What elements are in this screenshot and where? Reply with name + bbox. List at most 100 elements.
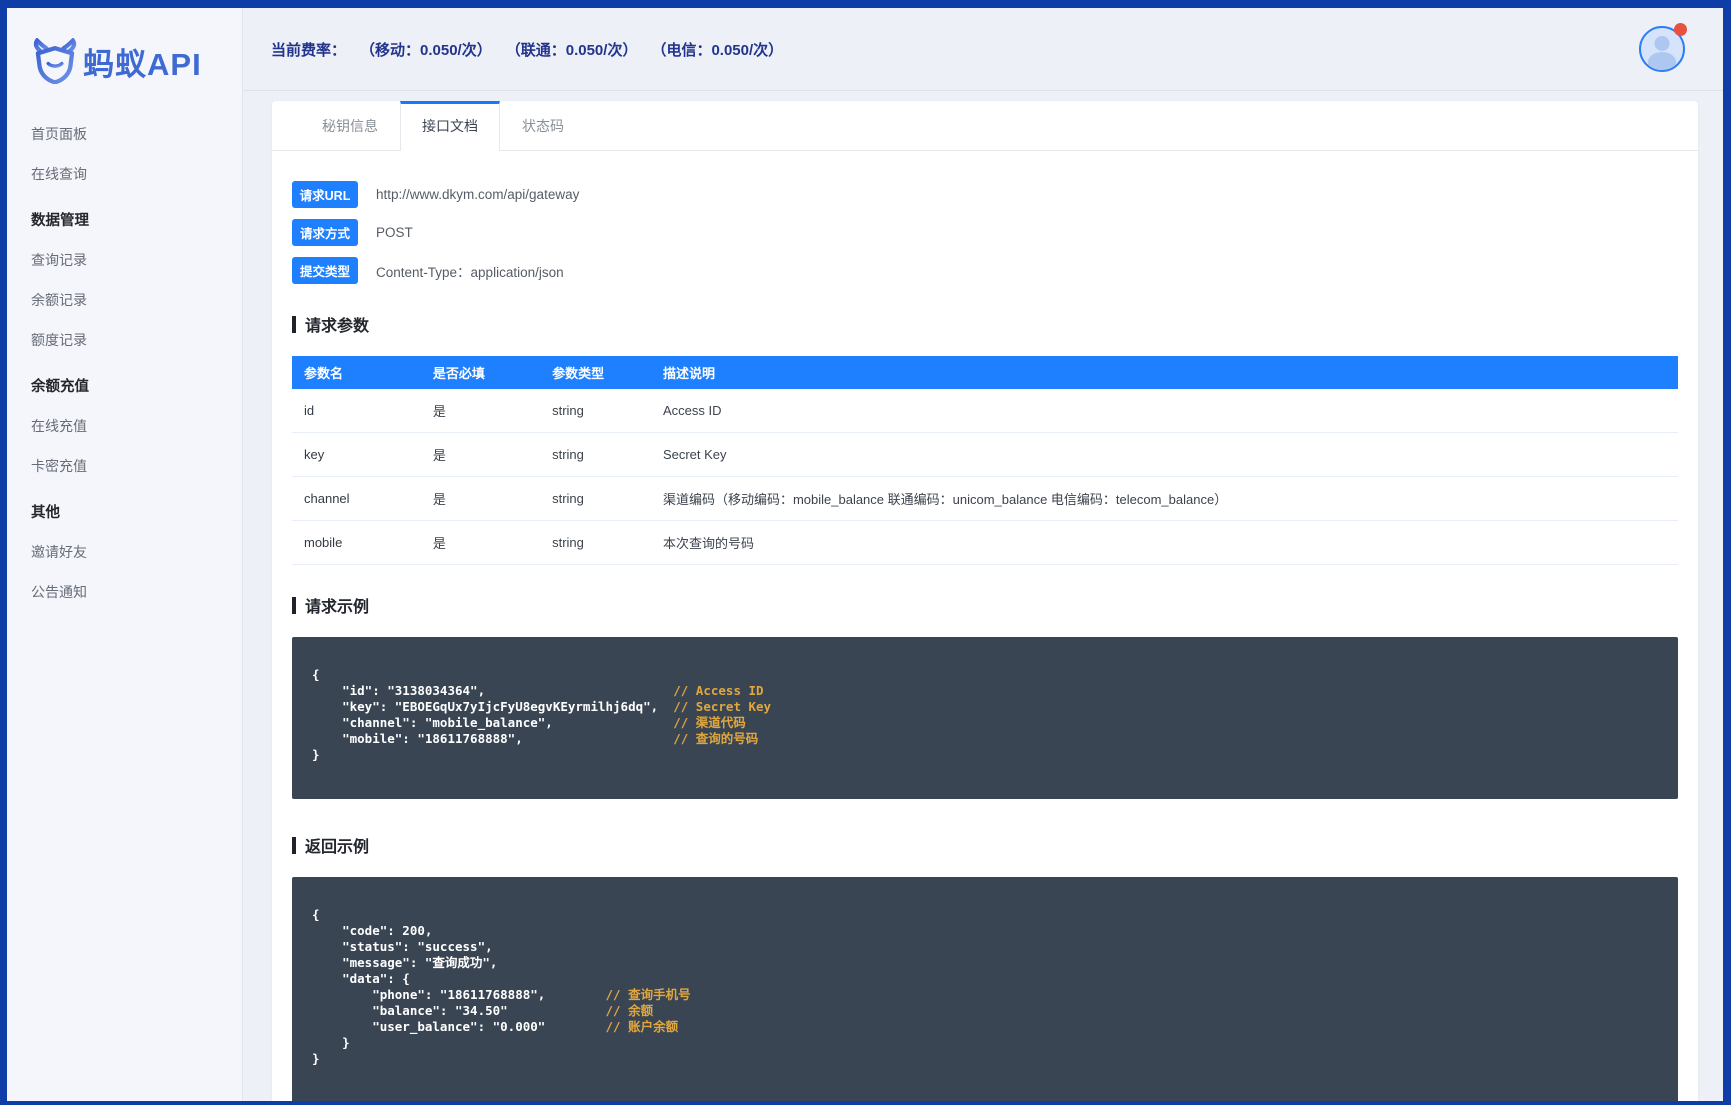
request-info-value: http://www.dkym.com/api/gateway	[376, 187, 580, 202]
table-row: channel 是 string 渠道编码（移动编码：mobile_balance 联…	[292, 476, 1678, 521]
content-card: 秘钥信息 接口文档 状态码 请求URL http://www.dkym.com/api…	[272, 101, 1698, 1101]
table-cell: string	[540, 520, 651, 565]
section-bar	[292, 836, 296, 854]
table-cell: 渠道编码（移动编码：mobile_balance 联通编码：unicom_bal…	[650, 476, 1678, 521]
table-row: key 是 string Secret Key	[292, 432, 1678, 477]
card-body: 请求URL http://www.dkym.com/api/gateway 请求方式…	[272, 151, 1698, 1101]
code-text: "message": "查询成功",	[312, 955, 498, 970]
main-column: 当前费率： （移动：0.050/次） （联通：0.050/次） （电信：0.050/…	[243, 8, 1723, 1101]
table-cell: 是	[420, 476, 541, 521]
sidebar-item-邀请好友[interactable]: 邀请好友	[7, 532, 242, 572]
code-comment: // 账户余额	[605, 1019, 679, 1034]
request-info-value: POST	[376, 225, 413, 240]
code-text: {	[312, 907, 320, 922]
code-line: "balance": "34.50" // 余额	[312, 1003, 1658, 1019]
sidebar-nav: 首页面板 在线查询 数据管理 查询记录 余额记录 额度记录 余额充值 在线充值 卡密充值 其他 邀请…	[7, 98, 242, 612]
code-text: "key": "EBOEGqUx7yIjcFyU8egvKEyrmilhj6dq…	[312, 699, 674, 714]
code-line: "data": {	[312, 971, 1658, 987]
request-info-badge: 提交类型	[292, 257, 358, 284]
code-text: "phone": "18611768888",	[312, 987, 606, 1002]
table-cell: key	[292, 432, 421, 477]
request-info-list: 请求URL http://www.dkym.com/api/gateway 请求方式…	[292, 181, 1678, 284]
code-comment: // Secret Key	[673, 699, 772, 714]
code-line: }	[312, 747, 1658, 763]
table-cell: string	[540, 432, 651, 477]
sidebar-item-公告通知[interactable]: 公告通知	[7, 572, 242, 612]
table-cell: mobile	[292, 520, 421, 565]
code-text: {	[312, 667, 320, 682]
params-table-header-row: 参数名 是否必填 参数类型 描述说明	[292, 356, 1678, 389]
browser-chrome-artifact	[439, 0, 667, 7]
rate-item: （电信：0.050/次）	[651, 41, 784, 59]
code-text: "channel": "mobile_balance",	[312, 715, 674, 730]
code-line: "status": "success",	[312, 939, 1658, 955]
sidebar: 蚂蚁API 首页面板 在线查询 数据管理 查询记录 余额记录 额度记录 余额充值 在线充值 卡密…	[7, 8, 243, 1101]
section-title-text: 请求参数	[305, 318, 370, 335]
sidebar-item-卡密充值[interactable]: 卡密充值	[7, 446, 242, 486]
code-line: "mobile": "18611768888", // 查询的号码	[312, 731, 1658, 747]
request-example-code: { "id": "3138034364", // Access ID "key"…	[292, 637, 1678, 799]
code-line: "key": "EBOEGqUx7yIjcFyU8egvKEyrmilhj6dq…	[312, 699, 1658, 715]
avatar-head-shape	[1654, 36, 1670, 51]
code-text: "mobile": "18611768888",	[312, 731, 674, 746]
user-avatar[interactable]	[1639, 23, 1687, 72]
code-text: "user_balance": "0.000"	[312, 1019, 606, 1034]
code-text: }	[312, 1051, 320, 1066]
sidebar-section-header: 数据管理	[31, 213, 89, 229]
table-row: id 是 string Access ID	[292, 389, 1678, 433]
tab-状态码[interactable]: 状态码	[500, 101, 586, 150]
tab-接口文档[interactable]: 接口文档	[400, 101, 500, 151]
sidebar-item-额度记录[interactable]: 额度记录	[7, 320, 242, 360]
table-header-cell: 是否必填	[420, 356, 541, 389]
request-info-value: Content-Type：application/json	[376, 264, 564, 280]
code-line: "channel": "mobile_balance", // 渠道代码	[312, 715, 1658, 731]
code-text: }	[312, 1035, 350, 1050]
params-table: 参数名 是否必填 参数类型 描述说明 id 是 string Access ID key 是 st…	[292, 356, 1678, 565]
request-info-row: 提交类型 Content-Type：application/json	[292, 257, 1678, 284]
browser-chrome-artifact-line	[439, 6, 742, 8]
request-info-row: 请求URL http://www.dkym.com/api/gateway	[292, 181, 1678, 208]
sidebar-item-在线充值[interactable]: 在线充值	[7, 406, 242, 446]
code-text: "status": "success",	[312, 939, 493, 954]
request-info-badge: 请求URL	[292, 181, 358, 208]
table-cell: id	[292, 389, 421, 433]
code-line: "id": "3138034364", // Access ID	[312, 683, 1658, 699]
section-title-text: 请求示例	[305, 599, 370, 616]
notification-dot	[1674, 23, 1687, 36]
code-text: "code": 200,	[312, 923, 433, 938]
rate-label: 当前费率：	[271, 41, 347, 59]
sidebar-item-首页面板[interactable]: 首页面板	[7, 114, 242, 154]
tab-bar: 秘钥信息 接口文档 状态码	[272, 101, 1698, 151]
sidebar-item-在线查询[interactable]: 在线查询	[7, 154, 242, 194]
brand-logo[interactable]: 蚂蚁API	[7, 8, 242, 98]
code-text: "data": {	[312, 971, 410, 986]
request-example-title: 请求示例	[292, 593, 1678, 617]
main-content: 秘钥信息 接口文档 状态码 请求URL http://www.dkym.com/api…	[243, 91, 1723, 1101]
code-line: "code": 200,	[312, 923, 1658, 939]
code-text: "id": "3138034364",	[312, 683, 674, 698]
brand-name: 蚂蚁API	[83, 46, 202, 82]
sidebar-item-查询记录[interactable]: 查询记录	[7, 240, 242, 280]
table-header-cell: 参数名	[292, 356, 421, 389]
page-frame: 蚂蚁API 首页面板 在线查询 数据管理 查询记录 余额记录 额度记录 余额充值 在线充值 卡密…	[0, 0, 1731, 1105]
code-comment: // 查询手机号	[605, 987, 691, 1002]
code-text: "balance": "34.50"	[312, 1003, 606, 1018]
tab-秘钥信息[interactable]: 秘钥信息	[300, 101, 400, 150]
table-row: mobile 是 string 本次查询的号码	[292, 520, 1678, 565]
section-bar	[292, 596, 296, 614]
rate-list: （移动：0.050/次） （联通：0.050/次） （电信：0.050/次）	[346, 39, 783, 60]
table-cell: Access ID	[650, 389, 1678, 433]
ant-icon	[33, 38, 77, 84]
code-line: "message": "查询成功",	[312, 955, 1658, 971]
code-line: }	[312, 1035, 1658, 1051]
table-cell: 本次查询的号码	[650, 520, 1678, 565]
avatar-body-shape	[1648, 52, 1676, 70]
table-header-cell: 参数类型	[540, 356, 651, 389]
code-comment: // 渠道代码	[673, 715, 746, 730]
table-cell: 是	[420, 389, 541, 433]
sidebar-item-余额记录[interactable]: 余额记录	[7, 280, 242, 320]
code-comment: // 查询的号码	[673, 731, 759, 746]
code-line: {	[312, 667, 1658, 683]
section-bar	[292, 315, 296, 333]
params-section-title: 请求参数	[292, 312, 1678, 336]
